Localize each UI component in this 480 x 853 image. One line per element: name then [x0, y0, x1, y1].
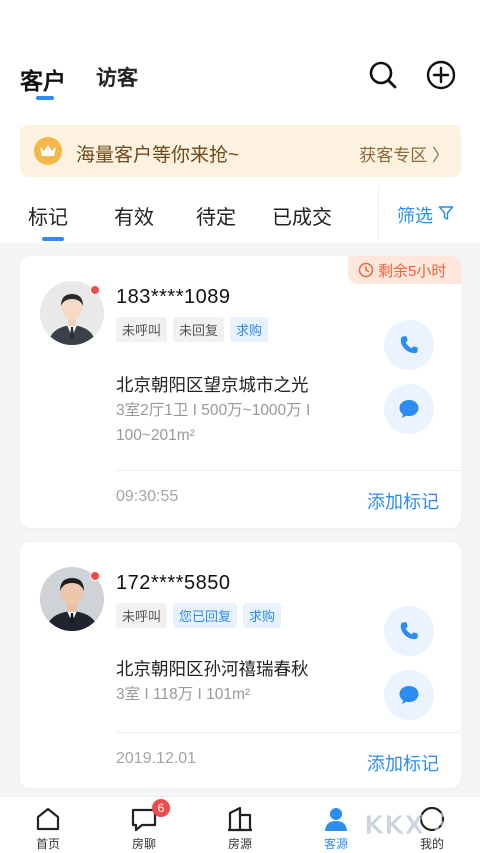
- remaining-time-badge: 剩余5小时: [348, 256, 461, 284]
- funnel-icon[interactable]: [438, 205, 454, 221]
- top-bar: 客户 访客: [0, 0, 480, 118]
- chat-bubble-icon: [399, 400, 419, 418]
- phone-icon: [400, 622, 418, 640]
- nav-item-chat[interactable]: 6 房聊: [96, 797, 192, 853]
- card-divider: [116, 470, 461, 471]
- timestamp: 09:30:55: [116, 488, 179, 505]
- customer-card[interactable]: 剩余5小时 183****1089 未呼叫 未回复 求购 北京朝阳区望京城市之光…: [20, 256, 461, 528]
- tag-list: 未呼叫 未回复 求购: [116, 317, 269, 342]
- filter-tab-closed[interactable]: 已成交: [272, 201, 332, 230]
- svg-text:KKX下载: KKX下载: [364, 811, 476, 841]
- customer-phone: 172****5850: [116, 572, 231, 594]
- filter-tab-pending[interactable]: 待定: [196, 201, 236, 230]
- filter-tab-marked[interactable]: 标记: [28, 201, 68, 230]
- tag-buy-request: 求购: [230, 317, 269, 342]
- unread-dot: [90, 571, 100, 581]
- add-icon[interactable]: [426, 60, 456, 90]
- filter-tab-indicator: [42, 237, 64, 241]
- promo-banner[interactable]: 海量客户等你来抢~ 获客专区 〉: [20, 125, 461, 177]
- tag-list: 未呼叫 您已回复 求购: [116, 603, 282, 628]
- message-button[interactable]: [384, 384, 434, 434]
- filter-button[interactable]: 筛选: [397, 202, 433, 228]
- tab-active-indicator: [36, 96, 54, 100]
- tag-not-replied: 未回复: [173, 317, 225, 342]
- person-icon: [325, 808, 347, 831]
- home-icon: [36, 807, 60, 831]
- phone-icon: [400, 336, 418, 354]
- tag-replied: 您已回复: [173, 603, 238, 628]
- filter-tabs: 标记 有效 待定 已成交 筛选: [0, 185, 480, 243]
- search-icon[interactable]: [368, 60, 398, 90]
- add-mark-button[interactable]: 添加标记: [367, 750, 439, 776]
- chat-bubble-icon: [399, 686, 419, 704]
- filter-tab-valid[interactable]: 有效: [114, 201, 154, 230]
- watermark-logo: KKX下载: [360, 800, 480, 850]
- customer-address: 北京朝阳区望京城市之光: [116, 375, 309, 395]
- nav-label: 房聊: [131, 837, 156, 851]
- customer-address: 北京朝阳区孙河禧瑞春秋: [116, 659, 309, 679]
- crown-icon: [34, 137, 62, 165]
- add-mark-button[interactable]: 添加标记: [367, 488, 439, 514]
- building-icon: [228, 806, 252, 832]
- customer-phone: 183****1089: [116, 286, 231, 308]
- tab-visitors[interactable]: 访客: [96, 62, 138, 92]
- message-button[interactable]: [384, 670, 434, 720]
- tag-not-called: 未呼叫: [116, 317, 168, 342]
- unread-badge: 6: [152, 799, 170, 817]
- nav-label: 首页: [35, 837, 60, 851]
- customer-card[interactable]: 172****5850 未呼叫 您已回复 求购 北京朝阳区孙河禧瑞春秋 3室 I…: [20, 542, 461, 788]
- clock-icon: [358, 262, 374, 278]
- customer-requirements: 3室 I 118万 I 101m²: [116, 686, 251, 703]
- banner-link[interactable]: 获客专区 〉: [359, 141, 449, 166]
- tag-not-called: 未呼叫: [116, 603, 168, 628]
- remaining-time-text: 剩余5小时: [378, 262, 447, 280]
- call-button[interactable]: [384, 606, 434, 656]
- timestamp: 2019.12.01: [116, 750, 197, 767]
- call-button[interactable]: [384, 320, 434, 370]
- tag-buy-request: 求购: [243, 603, 282, 628]
- banner-text: 海量客户等你来抢~: [76, 145, 240, 166]
- unread-dot: [90, 285, 100, 295]
- customer-requirements: 3室2厅1卫 I 500万~1000万 I 100~201m²: [116, 402, 311, 444]
- filter-divider: [378, 185, 379, 243]
- nav-item-listings[interactable]: 房源: [192, 797, 288, 853]
- nav-label: 房源: [227, 837, 252, 851]
- tab-customers[interactable]: 客户: [20, 62, 66, 96]
- card-divider: [116, 732, 461, 733]
- nav-item-home[interactable]: 首页: [0, 797, 96, 853]
